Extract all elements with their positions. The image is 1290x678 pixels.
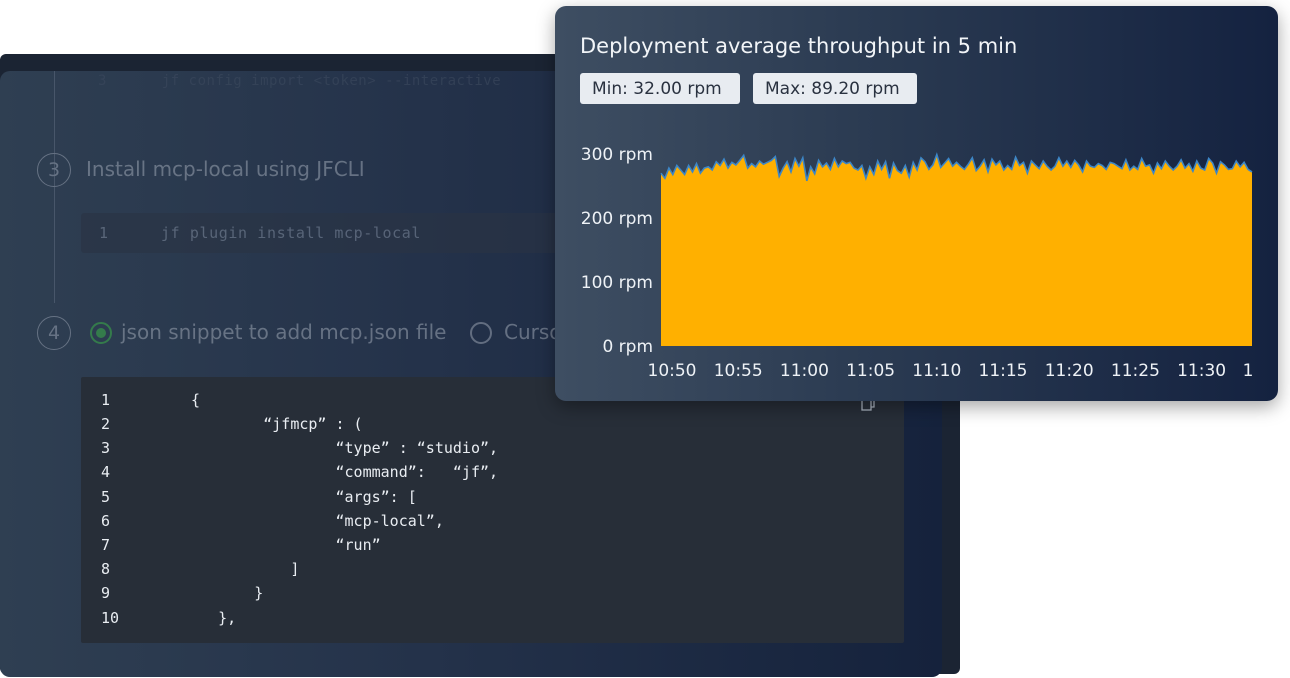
faint-command-line: 3 jf config import <token> --interactive: [98, 73, 518, 99]
step-3-title: Install mcp-local using JFCLI: [86, 157, 365, 181]
x-tick-label: 11:30: [1177, 361, 1226, 381]
throughput-area-chart: 0 rpm 100 rpm 200 rpm 300 rpm 10:50 10:55 11:…: [581, 145, 1254, 381]
faint-code: jf config import <token> --interactive: [161, 73, 502, 89]
json-snippet-radio[interactable]: [90, 322, 112, 344]
x-tick-label: 1: [1243, 361, 1254, 381]
y-tick-label: 100 rpm: [581, 273, 653, 293]
x-tick-label: 11:25: [1111, 361, 1160, 381]
x-tick-label: 11:00: [780, 361, 829, 381]
x-tick-label: 10:50: [648, 361, 697, 381]
step-3-badge: 3: [37, 153, 71, 187]
x-tick-label: 10:55: [714, 361, 763, 381]
line-number: 1: [99, 224, 109, 242]
x-tick-label: 11:10: [912, 361, 961, 381]
json-snippet-radio-label[interactable]: json snippet to add mcp.json file: [121, 320, 446, 344]
cursor-radio[interactable]: [470, 322, 492, 344]
y-tick-label: 0 rpm: [602, 337, 653, 357]
step-4-badge: 4: [37, 316, 71, 350]
x-tick-label: 11:15: [979, 361, 1028, 381]
faint-line-number: 3: [98, 73, 107, 89]
step-3-code-snippet[interactable]: 1 jf plugin install mcp-local: [81, 213, 581, 253]
throughput-chart-card: Deployment average throughput in 5 min M…: [555, 6, 1278, 401]
y-tick-label: 200 rpm: [581, 209, 653, 229]
x-tick-label: 11:20: [1045, 361, 1094, 381]
x-axis-ticks: 10:50 10:55 11:00 11:05 11:10 11:15 11:20 11:25…: [648, 361, 1254, 381]
throughput-area: [661, 154, 1252, 346]
y-axis-ticks: 0 rpm 100 rpm 200 rpm 300 rpm: [581, 145, 653, 357]
code-text: jf plugin install mcp-local: [161, 224, 422, 242]
y-tick-label: 300 rpm: [581, 145, 653, 165]
x-tick-label: 11:05: [846, 361, 895, 381]
step-connector-line: [54, 71, 55, 303]
mcp-json-code-block[interactable]: 1{ 2 “jfmcp” : ( 3 “type” : “studio”, 4 …: [81, 377, 904, 643]
